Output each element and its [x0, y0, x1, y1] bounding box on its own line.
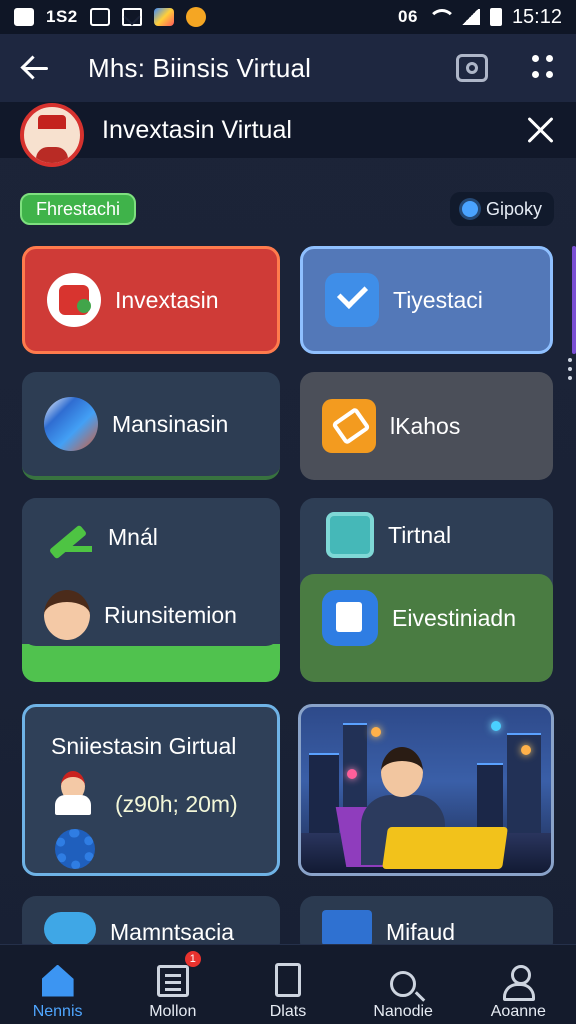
sparkle-icon	[347, 769, 357, 779]
battery-icon	[489, 8, 502, 26]
laptop-icon	[382, 827, 508, 869]
card-mnal[interactable]: Mnál	[44, 512, 158, 562]
mascot-icon	[55, 771, 93, 817]
document-icon	[156, 964, 189, 997]
banner: Invextasin Virtual	[0, 102, 576, 167]
card-label: Invextasin	[115, 286, 219, 313]
card-group-left: Mnál Riunsitemion	[22, 498, 280, 682]
checkmark-icon	[325, 273, 379, 327]
home-icon	[41, 964, 74, 997]
user-icon	[503, 964, 536, 1001]
globe-icon	[44, 397, 98, 451]
gallery-icon	[89, 8, 110, 26]
nav-label: Nanodie	[373, 1002, 433, 1020]
nav-label: Mollon	[149, 1002, 197, 1020]
tablet-icon	[326, 512, 374, 558]
card-group-right: Tirtnal Eivestiniadn	[300, 498, 553, 682]
app-title: Mhs: Biinsis Virtual	[88, 52, 312, 83]
search-icon	[390, 970, 417, 997]
sparkle-icon	[491, 721, 501, 731]
nav-item-messages[interactable]: 1 Mollon	[123, 949, 223, 1021]
hero-head	[381, 747, 423, 797]
signal-icon	[459, 9, 480, 25]
clipboard-icon	[274, 962, 301, 997]
status-bar: 1S2 06 15:12	[0, 0, 576, 34]
play-store-icon	[153, 8, 174, 26]
side-edge-bar	[572, 246, 576, 354]
app-bar: Mhs: Biinsis Virtual	[0, 34, 576, 102]
more-options-icon[interactable]	[528, 53, 558, 83]
status-time: 15:12	[511, 5, 562, 28]
avatar[interactable]	[20, 103, 84, 167]
card-label: Mansinasin	[112, 410, 229, 437]
gear-icon	[461, 201, 478, 217]
banner-title: Invextasin Virtual	[102, 115, 292, 144]
chip-label: Fhrestachi	[36, 198, 121, 219]
wifi-icon	[427, 9, 456, 25]
card-mansinasin[interactable]: Mansinasin	[22, 372, 280, 480]
notification-icon	[14, 8, 34, 26]
card-tiyestaci[interactable]: Tiyestaci	[300, 246, 553, 354]
app-icon	[185, 7, 206, 27]
filter-chip-dark[interactable]: Gipoky	[449, 192, 554, 226]
list-icon	[322, 910, 372, 946]
card-label: Eivestiniadn	[392, 604, 517, 631]
camera-icon[interactable]	[456, 54, 488, 82]
nav-item-data[interactable]: Dlats	[238, 949, 338, 1021]
card-riunsitemion[interactable]: Riunsitemion	[44, 590, 237, 640]
filter-chip-green[interactable]: Fhrestachi	[20, 193, 137, 225]
card-ikahos[interactable]: lKahos	[300, 372, 553, 480]
dice-icon	[47, 273, 101, 327]
card-tirtnal[interactable]: Tirtnal	[326, 512, 451, 558]
summary-card[interactable]: Sniiestasin Girtual (ᴢ90h; 20m)	[22, 704, 280, 876]
promo-illustration[interactable]	[298, 704, 554, 876]
summary-title: Sniiestasin Girtual	[51, 733, 237, 759]
nav-label: Dlats	[269, 1002, 307, 1020]
chip-label: Gipoky	[485, 198, 542, 219]
card-label: Mifaud	[386, 919, 456, 945]
side-dots-icon[interactable]	[568, 358, 574, 380]
ticket-icon	[322, 399, 376, 453]
card-label: Mnál	[108, 523, 158, 550]
nav-item-home[interactable]: Nennis	[8, 949, 108, 1021]
nav-label: Nennis	[32, 1002, 83, 1020]
sparkle-icon	[521, 745, 531, 755]
nav-item-search[interactable]: Nanodie	[353, 949, 453, 1021]
nav-label: Aoanne	[490, 1002, 546, 1020]
mail-icon	[121, 8, 142, 26]
building-shape	[309, 753, 339, 843]
card-label: Riunsitemion	[104, 601, 237, 628]
notification-badge: 1	[184, 950, 201, 967]
card-eivestiniadn[interactable]: Eivestiniadn	[322, 590, 516, 646]
gear-icon	[55, 829, 95, 869]
back-arrow-icon[interactable]	[18, 50, 54, 86]
status-right-text: 06	[398, 7, 418, 26]
card-green-base	[22, 644, 280, 682]
bottom-nav: Nennis 1 Mollon Dlats Nanodie Aoanne	[0, 944, 576, 1024]
summary-value: (ᴢ90h; 20m)	[115, 791, 238, 817]
pencil-icon	[44, 512, 94, 562]
sparkle-icon	[371, 727, 381, 737]
person-icon	[44, 590, 90, 640]
card-label: Tirtnal	[388, 521, 452, 548]
card-label: lKahos	[390, 412, 461, 439]
cloud-icon	[44, 912, 96, 946]
card-label: Tiyestaci	[393, 286, 483, 313]
close-icon[interactable]	[526, 115, 556, 145]
status-left-text: 1S2	[46, 7, 78, 26]
app-screen: 1S2 06 15:12 Mhs: Biinsis Virtual Invext…	[0, 0, 576, 1024]
card-label: Mamntsacia	[110, 919, 234, 945]
card-investasin[interactable]: Invextasin	[22, 246, 280, 354]
nav-item-profile[interactable]: Aoanne	[468, 949, 568, 1021]
chart-icon	[322, 590, 378, 646]
